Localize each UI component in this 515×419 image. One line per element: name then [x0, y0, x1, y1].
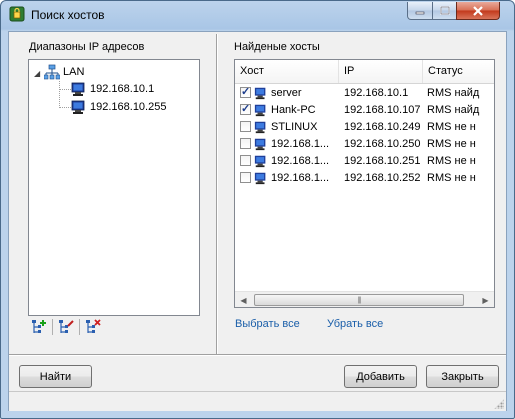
collapse-triangle-icon[interactable]: ◢ [34, 69, 40, 78]
host-name: 192.168.1... [271, 171, 330, 184]
computer-icon [254, 172, 266, 184]
host-checkbox[interactable] [240, 86, 251, 98]
host-cell: server [235, 86, 339, 100]
found-hosts-pane: Найденые хосты Хост IP Статус server 192… [221, 32, 506, 354]
host-cell: Hank-PC [235, 103, 339, 117]
computer-icon [254, 87, 266, 99]
divider [9, 354, 506, 356]
host-status: RMS не н [427, 120, 476, 133]
host-ip: 192.168.10.250 [344, 137, 421, 150]
pane-splitter[interactable] [216, 34, 218, 354]
find-button[interactable]: Найти [19, 365, 92, 388]
tree-toolbar [31, 318, 106, 336]
host-cell: 192.168.1... [235, 137, 339, 151]
ip-ranges-pane: Диапазоны IP адресов ◢ LAN 192.168.10.1 … [9, 32, 216, 354]
host-checkbox[interactable] [240, 172, 251, 183]
tree-node-label: 192.168.10.255 [90, 101, 167, 113]
host-status: RMS не н [427, 137, 476, 150]
tree-node-label: 192.168.10.1 [90, 83, 155, 95]
host-status: RMS не н [427, 154, 476, 167]
computer-icon [71, 100, 85, 114]
host-row[interactable]: 192.168.1... 192.168.10.251 RMS не н [235, 152, 494, 169]
host-name: server [271, 86, 302, 99]
host-row[interactable]: Hank-PC 192.168.10.107 RMS найд [235, 101, 494, 118]
host-ip: 192.168.10.1 [344, 86, 409, 99]
status-bar [9, 391, 506, 411]
host-row[interactable]: 192.168.1... 192.168.10.252 RMS не н [235, 169, 494, 186]
column-header-ip[interactable]: IP [339, 60, 423, 83]
scrollbar-thumb[interactable]: ||| [254, 294, 464, 306]
horizontal-scrollbar[interactable]: ◀ ||| ▶ [235, 291, 494, 307]
computer-icon [254, 104, 266, 116]
computer-icon [254, 138, 266, 150]
host-search-window: Поиск хостов Диапазоны IP адресов ◢ LAN … [0, 0, 515, 419]
minimize-icon [415, 11, 425, 14]
client-area: Диапазоны IP адресов ◢ LAN 192.168.10.1 … [8, 31, 507, 411]
host-checkbox[interactable] [240, 138, 251, 149]
tree-line [59, 107, 71, 108]
host-cell: STLINUX [235, 120, 339, 134]
deselect-all-link[interactable]: Убрать все [327, 318, 383, 330]
host-cell: 192.168.1... [235, 154, 339, 168]
add-button[interactable]: Добавить [344, 365, 417, 388]
found-hosts-label: Найденые хосты [234, 41, 320, 53]
close-icon [473, 5, 483, 16]
host-ip: 192.168.10.249 [344, 120, 421, 133]
host-name: 192.168.1... [271, 154, 330, 167]
scroll-left-icon[interactable]: ◀ [235, 292, 252, 307]
minimize-button[interactable] [407, 2, 433, 20]
app-icon [9, 6, 25, 22]
ip-ranges-label: Диапазоны IP адресов [29, 41, 145, 53]
computer-icon [254, 155, 266, 167]
maximize-button[interactable] [432, 2, 457, 20]
add-range-icon[interactable] [31, 319, 47, 335]
maximize-icon [439, 6, 450, 15]
scroll-right-icon[interactable]: ▶ [477, 292, 494, 307]
window-title: Поиск хостов [31, 8, 105, 22]
select-all-link[interactable]: Выбрать все [235, 318, 300, 330]
resize-grip-icon[interactable] [494, 399, 504, 409]
tree-node-range[interactable]: 192.168.10.1 [71, 81, 154, 97]
host-status: RMS найд [427, 103, 480, 116]
network-icon [44, 64, 60, 80]
host-ip: 192.168.10.252 [344, 171, 421, 184]
host-ip: 192.168.10.251 [344, 154, 421, 167]
title-bar[interactable]: Поиск хостов [1, 1, 514, 29]
tree-node-lan[interactable]: LAN [44, 64, 84, 80]
host-cell: 192.168.1... [235, 171, 339, 185]
host-status: RMS найд [427, 86, 480, 99]
host-name: 192.168.1... [271, 137, 330, 150]
tree-line [59, 89, 71, 90]
host-status: RMS не н [427, 171, 476, 184]
host-ip: 192.168.10.107 [344, 103, 421, 116]
host-name: Hank-PC [271, 103, 316, 116]
host-row[interactable]: server 192.168.10.1 RMS найд [235, 84, 494, 101]
tree-node-range[interactable]: 192.168.10.255 [71, 99, 166, 115]
host-row[interactable]: STLINUX 192.168.10.249 RMS не н [235, 118, 494, 135]
toolbar-separator [79, 319, 80, 335]
ip-range-tree[interactable]: ◢ LAN 192.168.10.1 192.168.10.255 [28, 59, 200, 316]
host-row[interactable]: 192.168.1... 192.168.10.250 RMS не н [235, 135, 494, 152]
tree-line [59, 81, 60, 108]
column-header-status[interactable]: Статус [423, 60, 494, 83]
host-checkbox[interactable] [240, 155, 251, 166]
column-header-host[interactable]: Хост [235, 60, 339, 83]
host-checkbox[interactable] [240, 121, 251, 132]
computer-icon [254, 121, 266, 133]
close-window-button[interactable] [456, 2, 500, 20]
close-button[interactable]: Закрыть [426, 365, 499, 388]
list-header: Хост IP Статус [235, 60, 494, 84]
edit-range-icon[interactable] [58, 319, 74, 335]
host-checkbox[interactable] [240, 103, 251, 115]
tree-node-label: LAN [63, 66, 85, 78]
hosts-list[interactable]: Хост IP Статус server 192.168.10.1 RMS н… [234, 59, 495, 308]
delete-range-icon[interactable] [85, 319, 101, 335]
host-name: STLINUX [271, 120, 318, 133]
computer-icon [71, 82, 85, 96]
toolbar-separator [52, 319, 53, 335]
